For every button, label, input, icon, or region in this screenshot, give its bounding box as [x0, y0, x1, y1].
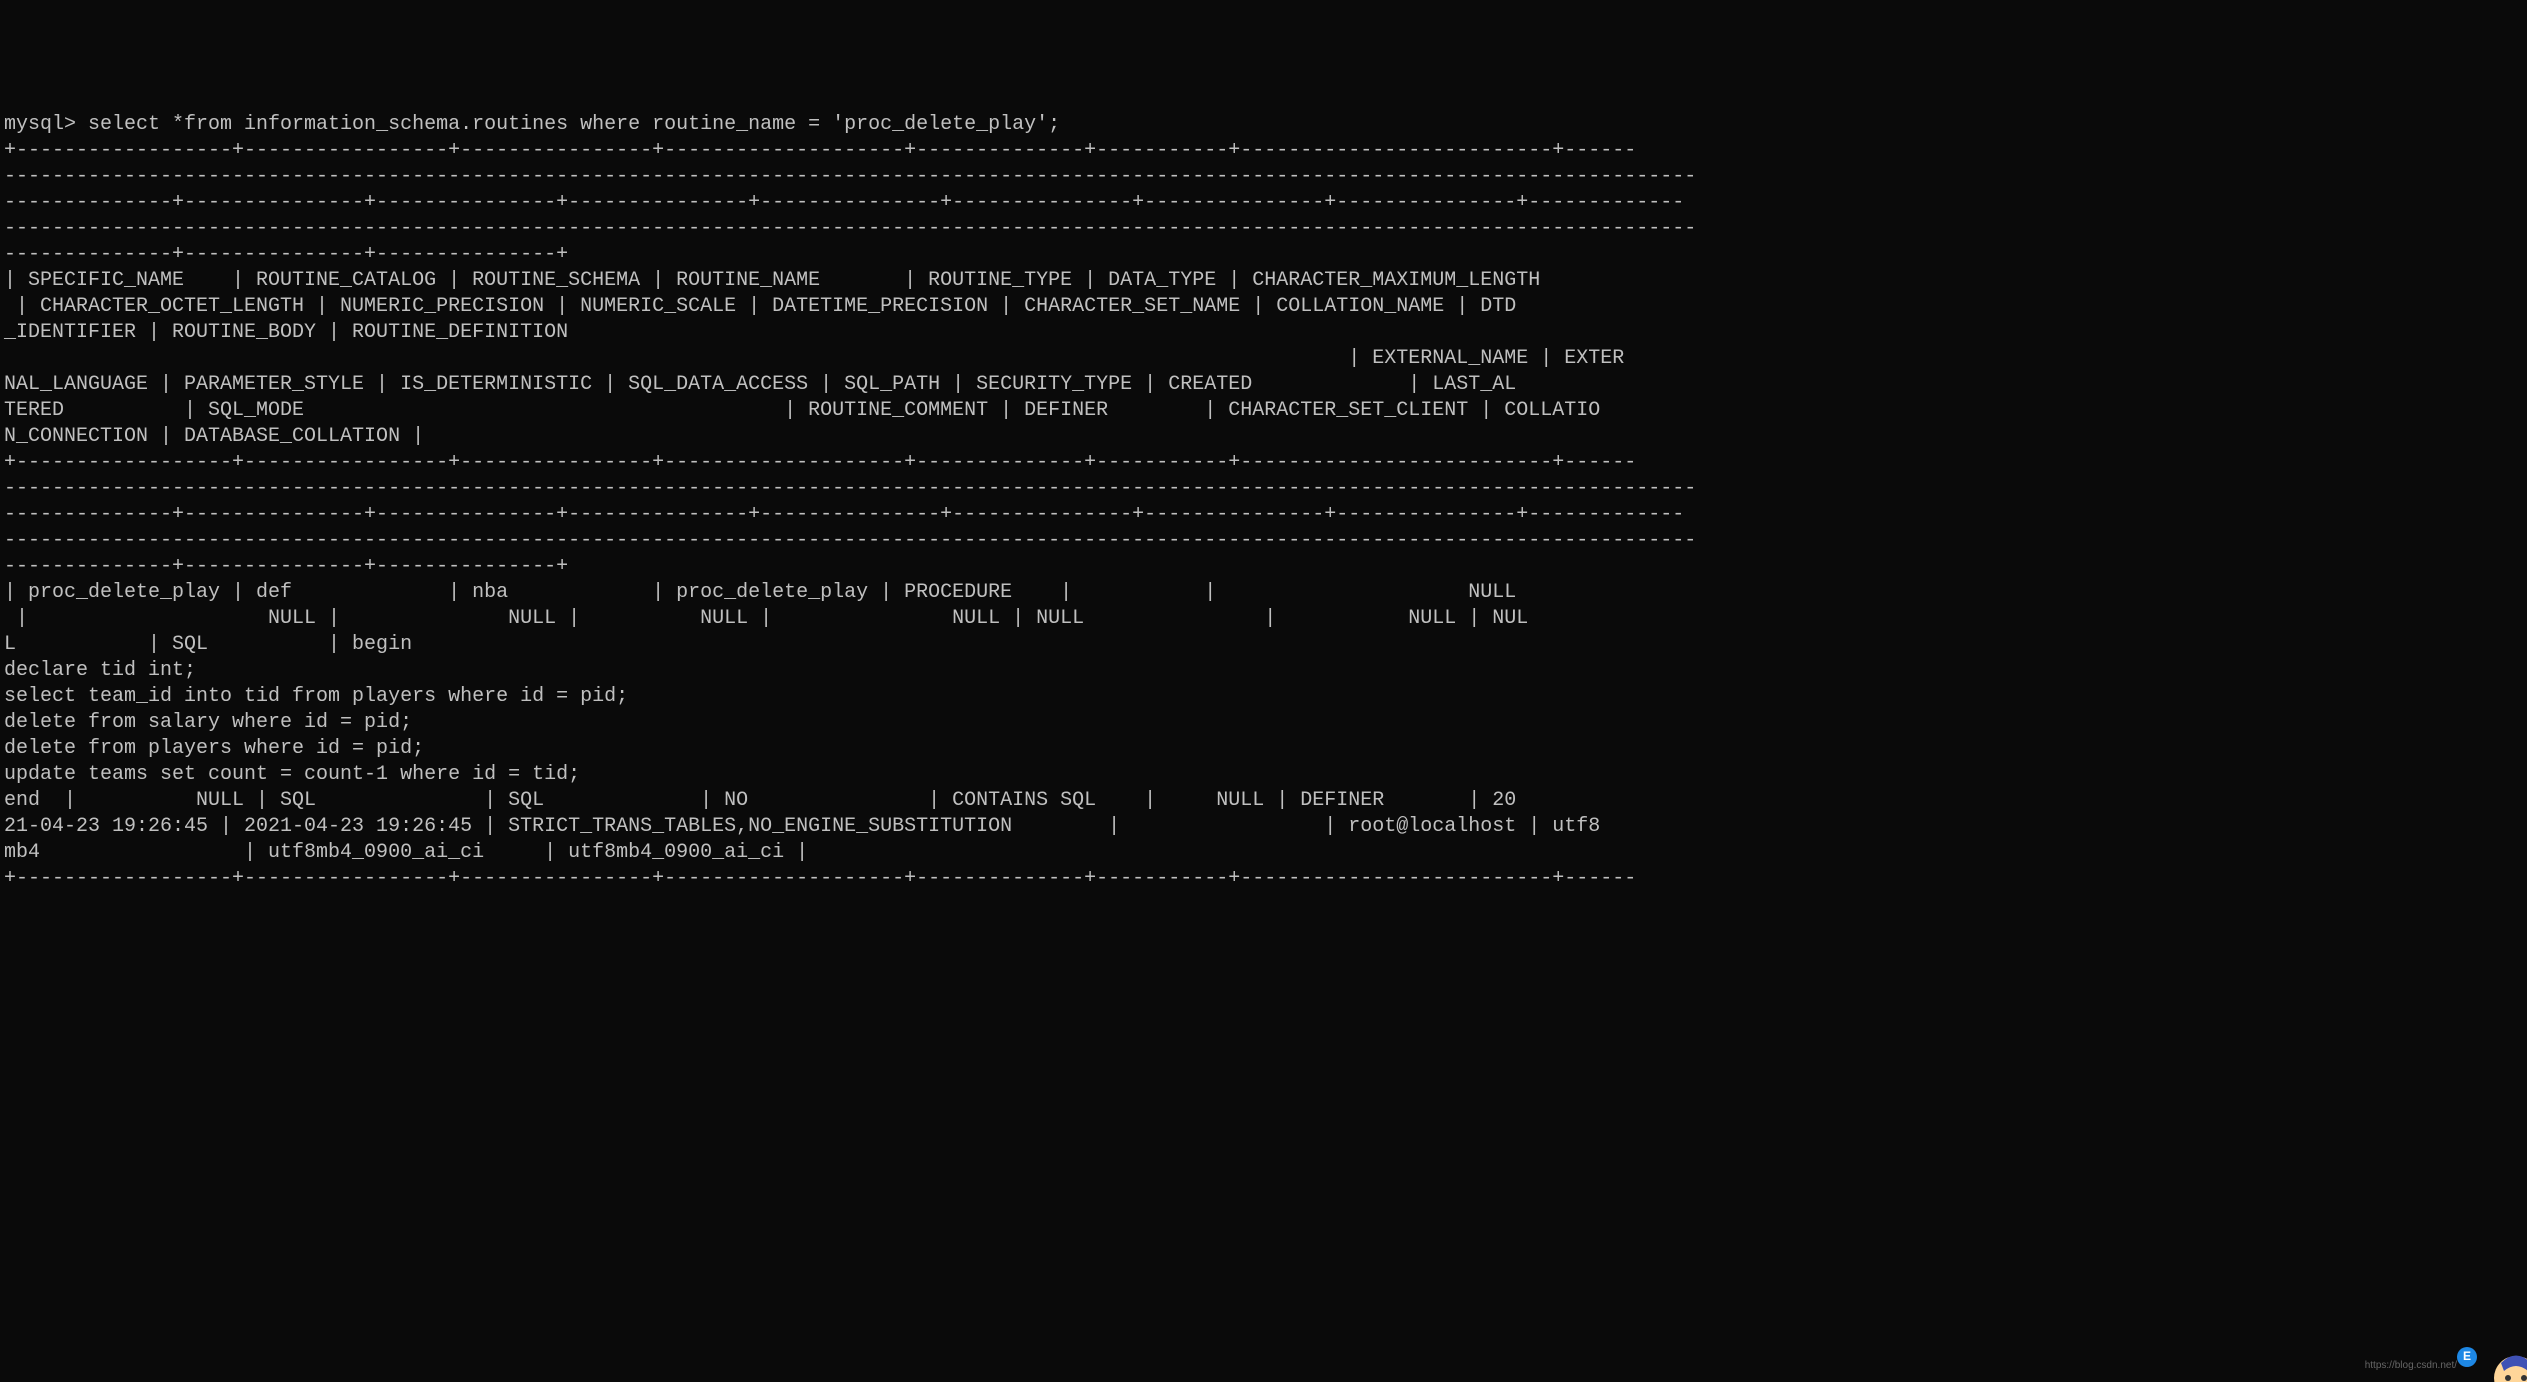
separator: --------------+---------------+---------…: [4, 243, 568, 266]
sql-query: select *from information_schema.routines…: [88, 113, 1060, 136]
separator: +------------------+-----------------+--…: [4, 139, 1636, 162]
separator: --------------+---------------+---------…: [4, 191, 1684, 214]
data-row: delete from players where id = pid;: [4, 737, 424, 760]
column-header: _IDENTIFIER | ROUTINE_BODY | ROUTINE_DEF…: [4, 321, 568, 344]
separator: --------------+---------------+---------…: [4, 503, 1684, 526]
data-row: | NULL | NULL | NULL | NULL | NULL | NUL…: [4, 607, 1528, 630]
data-row: update teams set count = count-1 where i…: [4, 763, 580, 786]
separator: ----------------------------------------…: [4, 529, 1696, 552]
data-row: L | SQL | begin: [4, 633, 412, 656]
column-header: NAL_LANGUAGE | PARAMETER_STYLE | IS_DETE…: [4, 373, 1516, 396]
data-row: end | NULL | SQL | SQL | NO | CONTAINS S…: [4, 789, 1516, 812]
separator: +------------------+-----------------+--…: [4, 451, 1636, 474]
column-header: N_CONNECTION | DATABASE_COLLATION |: [4, 425, 424, 448]
mascot-badge-icon: E: [2457, 1347, 2477, 1367]
column-header: | EXTERNAL_NAME | EXTER: [4, 347, 1624, 370]
csdn-mascot-icon: E: [2462, 1317, 2522, 1377]
separator: ----------------------------------------…: [4, 217, 1696, 240]
column-header: TERED | SQL_MODE | ROUTINE_COMMENT | DEF…: [4, 399, 1600, 422]
data-row: 21-04-23 19:26:45 | 2021-04-23 19:26:45 …: [4, 815, 1600, 838]
mysql-prompt: mysql>: [4, 113, 88, 136]
separator: ----------------------------------------…: [4, 165, 1696, 188]
watermark-text: https://blog.csdn.net/: [2365, 1359, 2457, 1372]
data-row: select team_id into tid from players whe…: [4, 685, 628, 708]
separator: +------------------+-----------------+--…: [4, 867, 1636, 890]
column-header: | SPECIFIC_NAME | ROUTINE_CATALOG | ROUT…: [4, 269, 1540, 292]
data-row: mb4 | utf8mb4_0900_ai_ci | utf8mb4_0900_…: [4, 841, 808, 864]
terminal-output: mysql> select *from information_schema.r…: [4, 112, 2523, 892]
data-row: declare tid int;: [4, 659, 196, 682]
data-row: | proc_delete_play | def | nba | proc_de…: [4, 581, 1516, 604]
column-header: | CHARACTER_OCTET_LENGTH | NUMERIC_PRECI…: [4, 295, 1516, 318]
data-row: delete from salary where id = pid;: [4, 711, 412, 734]
separator: ----------------------------------------…: [4, 477, 1696, 500]
separator: --------------+---------------+---------…: [4, 555, 568, 578]
